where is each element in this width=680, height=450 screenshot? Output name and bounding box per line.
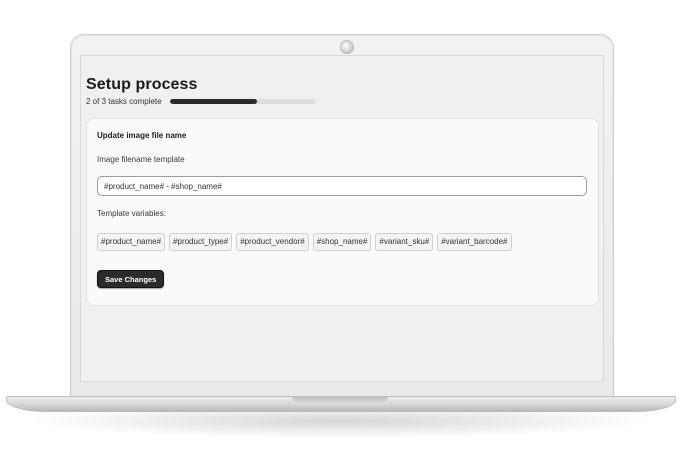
variable-chip-variant-barcode[interactable]: #variant_barcode# (437, 233, 512, 251)
page-title: Setup process (86, 76, 198, 93)
laptop-screen: Setup process 2 of 3 tasks complete Upda… (80, 55, 604, 382)
variable-chip-shop-name[interactable]: #shop_name# (312, 233, 372, 251)
progress-bar (169, 99, 316, 104)
variable-chip-variant-sku[interactable]: #variant_sku# (375, 233, 434, 251)
card-title: Update image file name (97, 131, 187, 140)
variable-chip-product-vendor[interactable]: #product_vendor# (236, 233, 309, 251)
progress-bar-fill (169, 99, 258, 104)
filename-template-input[interactable] (97, 176, 587, 196)
image-filename-card: Update image file name Image filename te… (86, 118, 599, 306)
save-changes-button[interactable]: Save Changes (97, 270, 165, 288)
setup-progress: 2 of 3 tasks complete (86, 97, 316, 106)
filename-template-label: Image filename template (97, 155, 185, 164)
variable-chip-product-name[interactable]: #product_name# (97, 233, 166, 251)
laptop-notch (292, 396, 388, 403)
webcam-icon (340, 40, 354, 54)
progress-text: 2 of 3 tasks complete (86, 97, 162, 106)
template-variables-label: Template variables: (97, 209, 166, 218)
template-variables-list: #product_name# #product_type# #product_v… (97, 233, 512, 251)
variable-chip-product-type[interactable]: #product_type# (169, 233, 233, 251)
